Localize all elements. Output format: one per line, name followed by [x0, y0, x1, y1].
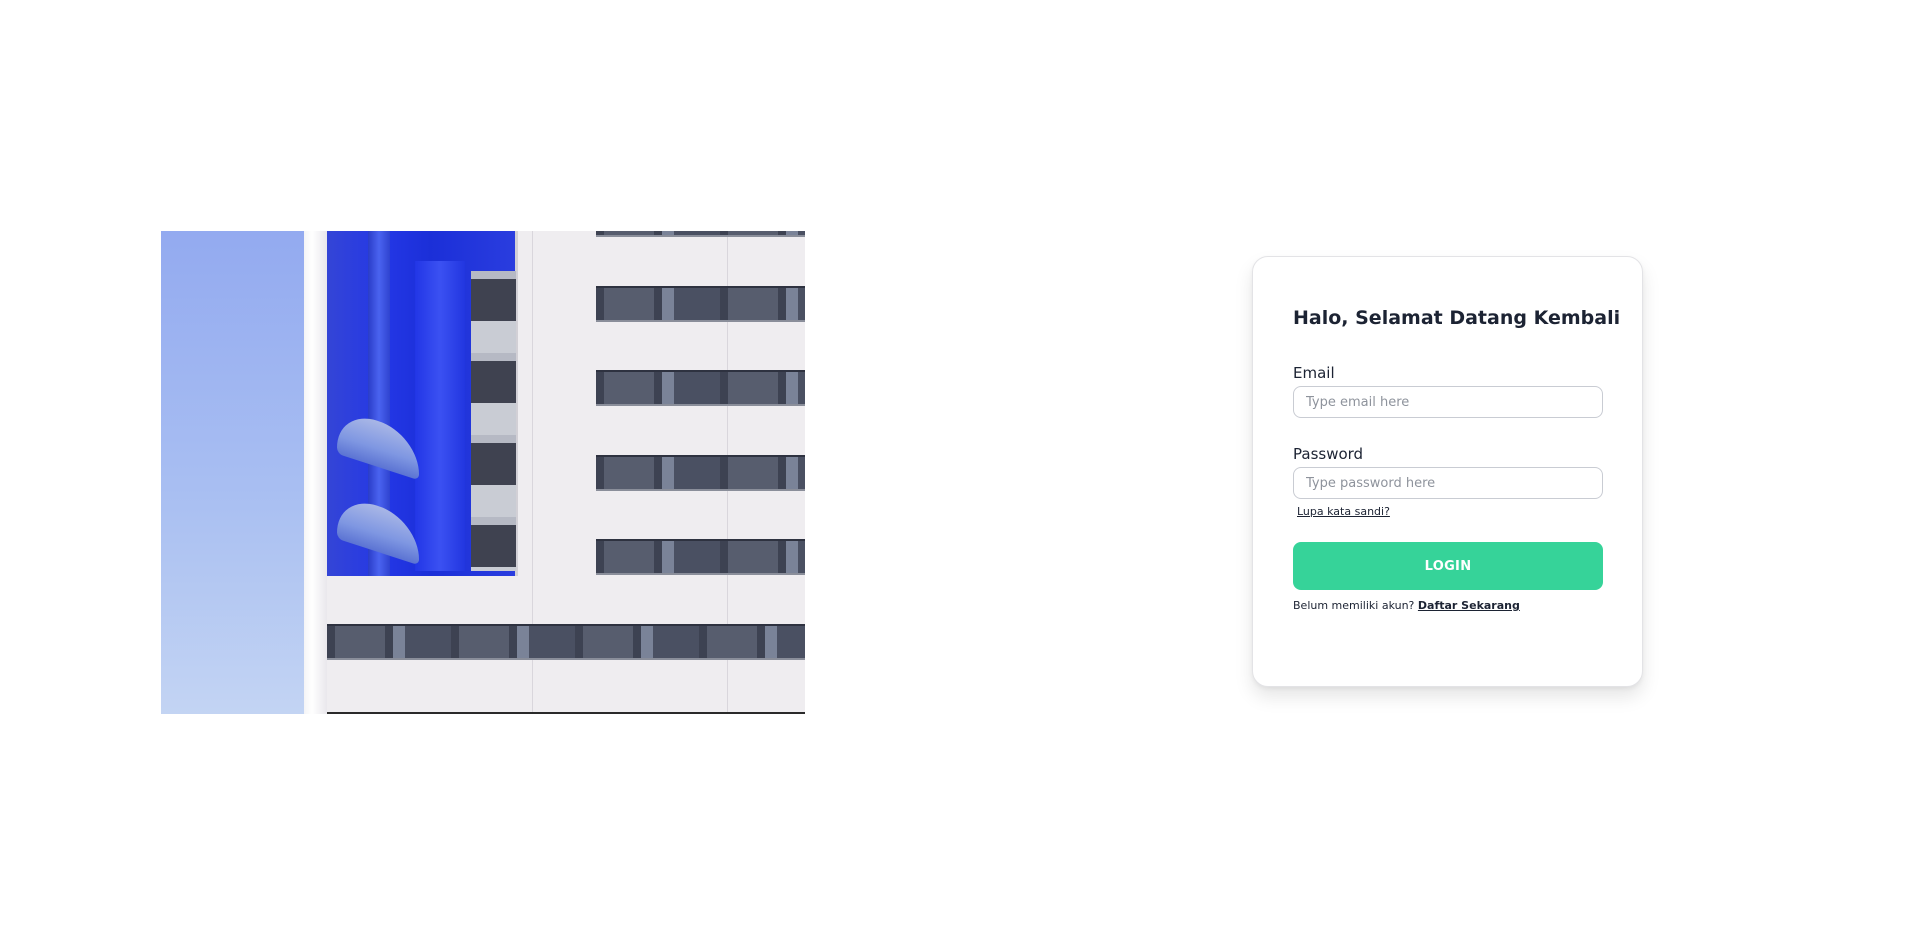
signup-prompt-line: Belum memiliki akun? Daftar Sekarang: [1293, 599, 1520, 612]
hero-window-band: [596, 286, 805, 322]
email-label: Email: [1293, 364, 1335, 382]
hero-ground-line: [327, 712, 805, 714]
hero-building-edge: [304, 231, 327, 714]
hero-window-column: [471, 271, 516, 571]
signup-prompt-text: Belum memiliki akun?: [1293, 599, 1415, 612]
hero-building-image: [161, 231, 805, 714]
hero-window-band: [327, 624, 805, 660]
signup-link[interactable]: Daftar Sekarang: [1418, 599, 1520, 612]
password-label: Password: [1293, 445, 1364, 463]
hero-sky: [161, 231, 304, 714]
hero-window-band: [596, 231, 805, 237]
hero-window-band: [596, 370, 805, 406]
hero-window-band: [596, 455, 805, 491]
login-page: Halo, Selamat Datang Kembali Email Passw…: [0, 0, 1920, 934]
password-field[interactable]: [1293, 467, 1603, 499]
hero-window-band: [596, 539, 805, 575]
hero-pillar: [415, 261, 465, 571]
login-button[interactable]: LOGIN: [1293, 542, 1603, 590]
login-card: Halo, Selamat Datang Kembali Email Passw…: [1252, 256, 1643, 687]
forgot-password-link[interactable]: Lupa kata sandi?: [1297, 505, 1390, 518]
email-field[interactable]: [1293, 386, 1603, 418]
login-title: Halo, Selamat Datang Kembali: [1293, 307, 1621, 329]
